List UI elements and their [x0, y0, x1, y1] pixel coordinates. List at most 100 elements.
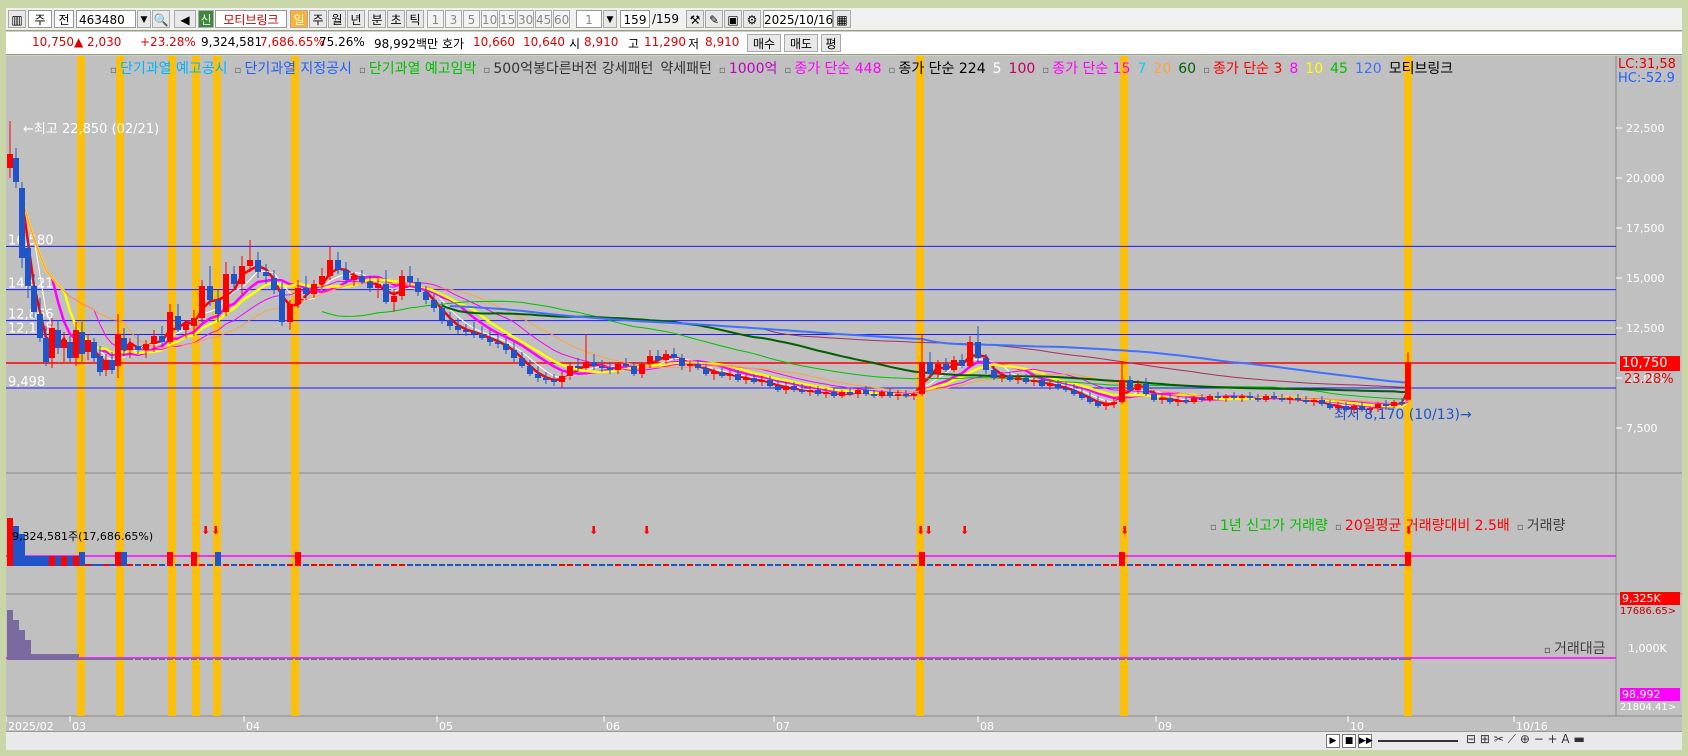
volume-bar	[115, 552, 121, 566]
date-input[interactable]: 2025/10/16	[763, 10, 833, 28]
volume-bar	[223, 564, 229, 566]
volume-bar	[85, 564, 91, 566]
legend-item-14: ▫ 종가 단순 3	[1203, 61, 1282, 77]
chart-area[interactable]: 16,58014,42112,86612,1759,498 ⬇⬇⬇⬇⬇⬇⬇⬇⬇ …	[5, 56, 1682, 738]
amount-bar	[1207, 658, 1213, 660]
candle	[97, 356, 103, 372]
count-input[interactable]: 159	[620, 10, 650, 28]
draw-icon[interactable]: ✎	[705, 10, 723, 28]
candle	[1111, 402, 1117, 404]
volume-bar	[447, 564, 453, 566]
period-tick[interactable]: 틱	[406, 10, 424, 28]
amount-bar	[151, 658, 157, 660]
volume-bar	[335, 564, 341, 566]
candle	[7, 154, 13, 168]
candle	[423, 292, 429, 300]
interval-input[interactable]: 1	[576, 10, 602, 28]
amount-bar	[247, 658, 253, 660]
scope-select[interactable]: 전	[54, 10, 74, 28]
amount-bar	[527, 658, 533, 660]
interval-3[interactable]: 3	[445, 10, 462, 28]
search-icon[interactable]: 🔍	[152, 10, 170, 28]
volume-bar	[1215, 564, 1221, 566]
zoom-controls[interactable]: ⊟ ⊞ ✂ ⟋ ⊕ − + A ▬	[1466, 732, 1585, 747]
interval-5[interactable]: 5	[463, 10, 480, 28]
chart-type-icon[interactable]: ▥	[8, 10, 26, 28]
amount-bar	[1111, 658, 1117, 660]
amount-bar	[1159, 658, 1165, 660]
candle	[183, 324, 189, 330]
zoom-slider[interactable]	[1378, 740, 1458, 742]
period-month[interactable]: 월	[328, 10, 346, 28]
candle	[407, 276, 413, 282]
market-select[interactable]: 주	[28, 10, 52, 28]
price-axis-label: 7,500	[1626, 422, 1658, 435]
candle	[167, 312, 173, 342]
period-week[interactable]: 주	[309, 10, 327, 28]
candle	[1215, 396, 1221, 398]
average-button[interactable]: 평	[821, 34, 841, 52]
amount-bar	[367, 658, 373, 660]
candle	[43, 338, 49, 362]
period-minute[interactable]: 분	[368, 10, 386, 28]
interval-30[interactable]: 30	[517, 10, 534, 28]
buy-button[interactable]: 매수	[747, 34, 781, 52]
interval-45[interactable]: 45	[535, 10, 552, 28]
volume-bar	[711, 564, 717, 566]
period-second[interactable]: 초	[387, 10, 405, 28]
volume-bar	[97, 564, 103, 566]
fast-forward-icon[interactable]: ▶▶	[1358, 734, 1373, 748]
scroll-right-icon[interactable]: ▶	[1326, 734, 1340, 748]
candle	[61, 340, 67, 348]
volume-bar	[903, 564, 909, 566]
volume-bar	[263, 564, 269, 566]
stock-name[interactable]: 모티브링크	[215, 10, 287, 28]
amount-bar	[1007, 658, 1013, 660]
amount-bar	[1255, 658, 1261, 660]
amount-bar	[439, 658, 445, 660]
amount-bar	[399, 658, 405, 660]
stop-icon[interactable]: ■	[1342, 734, 1356, 748]
candle	[1295, 398, 1301, 400]
code-dropdown-icon[interactable]: ▼	[137, 10, 151, 28]
amount-bar	[951, 658, 957, 660]
volume-bar	[1095, 564, 1101, 566]
period-year[interactable]: 년	[347, 10, 365, 28]
calendar-icon[interactable]: ▦	[833, 10, 851, 28]
interval-1[interactable]: 1	[427, 10, 444, 28]
volume-bar	[183, 564, 189, 566]
sound-icon[interactable]: ◀	[174, 10, 196, 28]
legend-item-marker-icon: ▫	[234, 65, 245, 76]
amount-bar	[767, 658, 773, 660]
hoga-label: 호가	[442, 37, 465, 51]
scroll-bar[interactable]: ▶ ■ ▶▶ ⊟ ⊞ ✂ ⟋ ⊕ − + A ▬	[6, 731, 1682, 750]
settings-icon[interactable]: ⚙	[743, 10, 761, 28]
candle	[79, 332, 85, 354]
volume-bar	[327, 564, 333, 566]
save-icon[interactable]: ▣	[724, 10, 742, 28]
amount-bar	[1247, 658, 1253, 660]
amount-bar	[671, 658, 677, 660]
interval-15[interactable]: 15	[499, 10, 516, 28]
tool-icon[interactable]: ⚒	[686, 10, 704, 28]
amount-bar	[783, 658, 789, 660]
sell-button[interactable]: 매도	[784, 34, 818, 52]
volume-bar	[73, 556, 79, 566]
interval-dropdown-icon[interactable]: ▼	[603, 10, 617, 28]
candle	[983, 358, 989, 370]
volume-bar	[1319, 564, 1325, 566]
legend-item-7: ▫ 종가 단순 224	[889, 61, 986, 77]
candle	[647, 356, 653, 364]
amount-bar	[743, 658, 749, 660]
interval-10[interactable]: 10	[481, 10, 498, 28]
amount-bar	[495, 658, 501, 660]
volume-bar	[1167, 564, 1173, 566]
candle	[719, 372, 725, 376]
period-day[interactable]: 일	[290, 10, 308, 28]
code-input[interactable]: 463480	[76, 10, 136, 28]
open-label: 시	[569, 37, 581, 51]
volume-bar	[1007, 564, 1013, 566]
candle	[1079, 394, 1085, 398]
interval-60[interactable]: 60	[553, 10, 570, 28]
legend-item-15: 8	[1289, 61, 1298, 77]
